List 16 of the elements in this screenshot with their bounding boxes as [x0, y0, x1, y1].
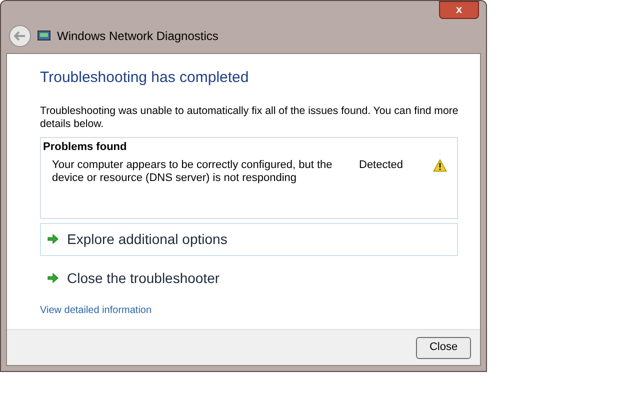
window-title: Windows Network Diagnostics: [57, 28, 218, 45]
close-button[interactable]: Close: [416, 336, 471, 358]
arrow-icon: [47, 233, 59, 245]
problem-status: Detected: [359, 159, 404, 172]
back-arrow-icon: [14, 31, 26, 41]
page-heading: Troubleshooting has completed: [40, 68, 250, 88]
message-text: Troubleshooting was unable to automatically fix all of the issues found. You can find more details below.: [40, 104, 460, 130]
problem-description: Your computer appears to be correctly configured, but the device or resource (DNS server) is not responding: [52, 159, 334, 185]
back-button[interactable]: [9, 25, 31, 47]
details-link[interactable]: View detailed information: [40, 302, 152, 318]
option-link[interactable]: Explore additional options: [40, 222, 458, 256]
problems-title: Problems found: [43, 140, 128, 154]
close-icon[interactable]: x: [439, 1, 479, 19]
network-app-icon: [37, 30, 51, 42]
option-link[interactable]: Close the troubleshooter: [40, 262, 458, 294]
arrow-icon: [47, 272, 59, 284]
